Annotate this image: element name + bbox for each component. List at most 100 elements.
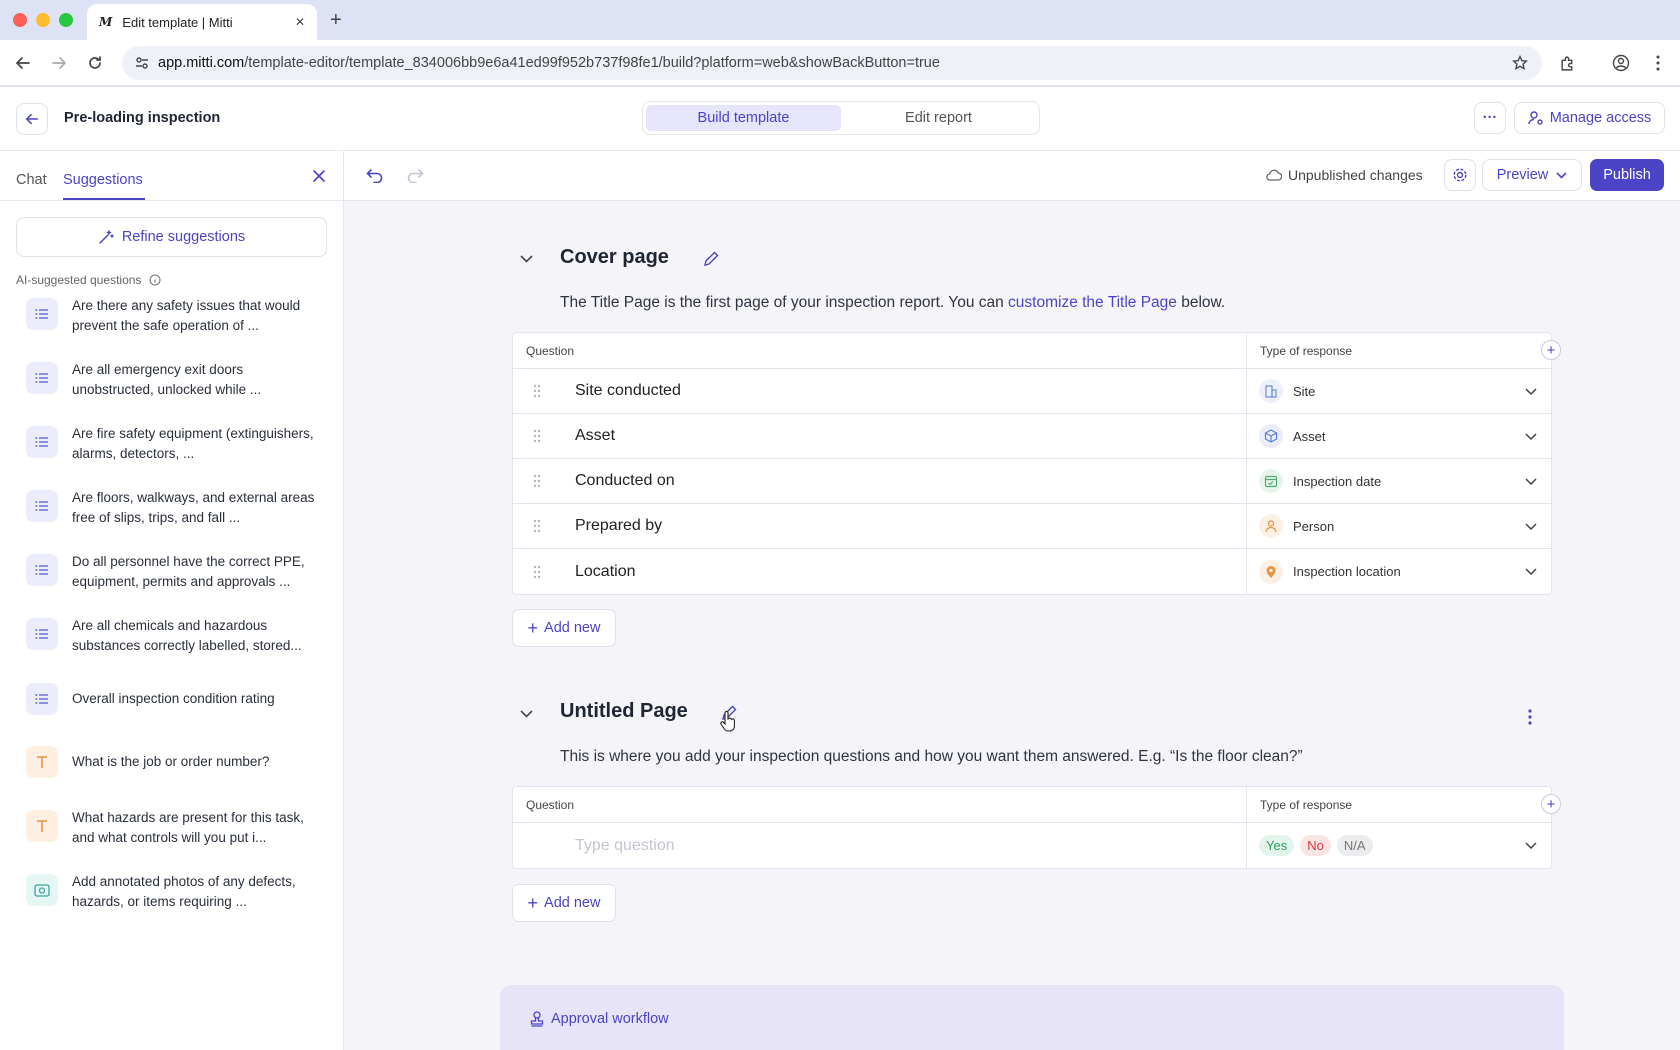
na-pill: N/A (1336, 835, 1373, 856)
url-field[interactable]: app.mitti.com/template-editor/template_8… (122, 46, 1542, 80)
tab-title: Edit template | Mitti (122, 14, 233, 30)
suggestion-item[interactable]: What is the job or order number? (26, 744, 326, 778)
question-text: Prepared by (575, 517, 663, 534)
collapse-cover-icon[interactable] (520, 255, 533, 263)
yes-pill: Yes (1259, 835, 1295, 856)
site-settings-icon[interactable] (134, 55, 150, 71)
question-cell[interactable]: Asset (513, 414, 1247, 458)
table-row: Prepared by Person (513, 504, 1551, 549)
question-cell[interactable]: Site conducted (513, 369, 1247, 413)
app-header: Pre-loading inspection Build template Ed… (0, 87, 1680, 151)
response-type-selector[interactable]: Inspection date (1247, 459, 1551, 503)
approval-workflow-button[interactable]: Approval workflow (530, 1011, 669, 1027)
add-column-button[interactable]: + (1541, 794, 1561, 814)
list-icon (26, 683, 58, 715)
undo-icon[interactable] (366, 167, 384, 183)
question-cell[interactable]: Conducted on (513, 459, 1247, 503)
suggestion-text: What hazards are present for this task, … (72, 810, 304, 845)
drag-handle-icon[interactable] (533, 474, 541, 488)
page-options-icon[interactable] (1528, 709, 1532, 725)
minimize-window-button[interactable] (36, 13, 50, 27)
suggestion-text: Are there any safety issues that would p… (72, 298, 301, 333)
untitled-page-description: This is where you add your inspection qu… (560, 748, 1303, 765)
suggestion-text: Are fire safety equipment (extinguishers… (72, 426, 314, 461)
person-icon (1259, 514, 1283, 538)
response-type-label: Asset (1293, 428, 1326, 444)
list-icon (26, 362, 58, 394)
suggestion-item[interactable]: What hazards are present for this task, … (26, 808, 326, 848)
question-text: Location (575, 562, 636, 580)
suggestion-item[interactable]: Are all chemicals and hazardous substanc… (26, 616, 326, 656)
maximize-window-button[interactable] (59, 13, 73, 27)
response-type-selector[interactable]: Person (1247, 504, 1551, 548)
response-type-selector[interactable]: Asset (1247, 414, 1551, 458)
ai-suggested-heading: AI-suggested questions (16, 273, 161, 287)
suggestion-text: Add annotated photos of any defects, haz… (72, 874, 296, 909)
preview-button[interactable]: Preview (1482, 159, 1582, 191)
suggestion-item[interactable]: Are all emergency exit doors unobstructe… (26, 360, 326, 400)
question-cell[interactable]: Prepared by (513, 504, 1247, 548)
collapse-untitled-icon[interactable] (520, 710, 533, 718)
suggestion-item[interactable]: Are there any safety issues that would p… (26, 296, 326, 336)
cloud-icon (1266, 169, 1282, 181)
response-type-selector[interactable]: Site (1247, 369, 1551, 413)
response-type-selector[interactable]: Inspection location (1247, 549, 1551, 594)
tab-edit-report[interactable]: Edit report (841, 105, 1036, 131)
drag-handle-icon[interactable] (533, 519, 541, 533)
tab-suggestions[interactable]: Suggestions (63, 172, 143, 188)
close-sidebar-icon[interactable] (312, 169, 326, 183)
ai-suggested-label: AI-suggested questions (16, 273, 142, 287)
reload-icon[interactable] (84, 52, 106, 74)
tabs-divider (0, 200, 344, 201)
settings-button[interactable] (1444, 159, 1476, 191)
back-button[interactable] (16, 103, 48, 135)
drag-handle-icon[interactable] (533, 429, 541, 443)
bookmark-star-icon[interactable] (1512, 55, 1528, 71)
edit-cover-title-icon[interactable] (702, 250, 720, 268)
pin-icon (1259, 559, 1283, 584)
publish-button[interactable]: Publish (1590, 159, 1664, 191)
chevron-down-icon (1525, 432, 1537, 440)
manage-access-button[interactable]: Manage access (1514, 102, 1665, 134)
tab-chat[interactable]: Chat (16, 172, 47, 188)
save-status-label: Unpublished changes (1288, 167, 1423, 183)
close-window-button[interactable] (13, 13, 27, 27)
info-icon[interactable] (149, 274, 161, 286)
drag-handle-icon[interactable] (533, 565, 541, 579)
back-arrow-icon[interactable] (12, 52, 34, 74)
table-row: Site conducted Site (513, 369, 1551, 414)
tab-build-template[interactable]: Build template (646, 105, 841, 131)
suggestion-item[interactable]: Are floors, walkways, and external areas… (26, 488, 326, 528)
response-type-selector[interactable]: Yes No N/A (1247, 823, 1551, 868)
approval-workflow-label: Approval workflow (551, 1011, 669, 1027)
close-tab-icon[interactable]: ✕ (295, 15, 305, 29)
customize-title-page-link[interactable]: customize the Title Page (1008, 294, 1177, 311)
chevron-down-icon (1525, 568, 1537, 575)
browser-tab[interactable]: M Edit template | Mitti ✕ (87, 4, 317, 40)
suggestion-item[interactable]: Add annotated photos of any defects, haz… (26, 872, 326, 912)
new-tab-button[interactable]: + (330, 9, 342, 32)
suggestion-item[interactable]: Are fire safety equipment (extinguishers… (26, 424, 326, 464)
suggestion-item[interactable]: Do all personnel have the correct PPE, e… (26, 552, 326, 592)
drag-handle-icon[interactable] (533, 384, 541, 398)
more-options-button[interactable]: ··· (1474, 102, 1506, 134)
question-text: Asset (575, 427, 616, 444)
list-icon (26, 298, 58, 330)
cover-add-new-button[interactable]: + Add new (512, 609, 616, 647)
question-cell[interactable]: Location (513, 549, 1247, 594)
extensions-icon[interactable] (1556, 52, 1578, 74)
suggestion-item[interactable]: Overall inspection condition rating (26, 681, 326, 715)
untitled-page-title: Untitled Page (560, 700, 688, 722)
url-host: app.mitti.com (158, 55, 245, 71)
cover-page-title: Cover page (560, 246, 669, 268)
question-input-cell[interactable]: Type question (513, 823, 1247, 868)
forward-arrow-icon[interactable] (48, 52, 70, 74)
browser-menu-icon[interactable] (1648, 52, 1668, 74)
type-question-placeholder[interactable]: Type question (575, 837, 675, 855)
redo-icon[interactable] (406, 167, 424, 183)
refine-suggestions-button[interactable]: Refine suggestions (16, 217, 327, 257)
add-column-button[interactable]: + (1541, 340, 1561, 360)
calendar-icon (1259, 469, 1283, 493)
profile-icon[interactable] (1610, 52, 1632, 74)
untitled-add-new-button[interactable]: + Add new (512, 884, 616, 922)
